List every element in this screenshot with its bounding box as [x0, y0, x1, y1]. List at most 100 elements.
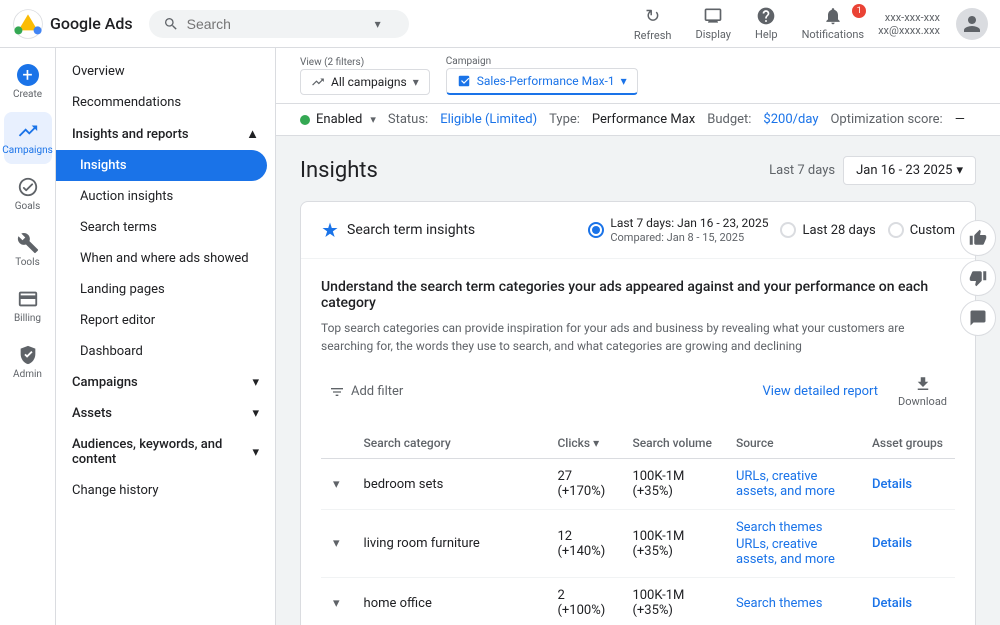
create-button[interactable]: + Create — [4, 56, 52, 108]
status-enabled-label: Enabled — [316, 112, 362, 127]
col-expand — [321, 428, 352, 459]
sidebar-item-report-editor[interactable]: Report editor — [56, 305, 267, 336]
goals-icon-button[interactable]: Goals — [4, 168, 52, 220]
campaign-filter-button[interactable]: Sales-Performance Max-1 ▾ — [446, 68, 638, 95]
comment-button[interactable] — [960, 300, 996, 336]
clicks-cell: 12 (+140%) — [545, 510, 620, 578]
sidebar-item-change-history[interactable]: Change history — [56, 475, 267, 506]
sidebar-assets-label: Assets — [72, 406, 112, 421]
date-radio-group: Last 7 days: Jan 16 - 23, 2025Compared: … — [588, 216, 955, 244]
sidebar-item-when-where-label: When and where ads showed — [80, 251, 249, 266]
sidebar-assets-header[interactable]: Assets ▾ — [56, 398, 275, 429]
source-link[interactable]: Search themes — [736, 596, 822, 611]
display-icon — [703, 6, 723, 26]
admin-icon-button[interactable]: Admin — [4, 336, 52, 388]
card-header-label: Search term insights — [347, 222, 475, 238]
search-bar[interactable]: ▾ — [149, 10, 409, 38]
sidebar-audiences-header[interactable]: Audiences, keywords, and content ▾ — [56, 429, 275, 475]
card-description: Top search categories can provide inspir… — [321, 319, 955, 355]
table-head: Search category Clicks ▾ Search volume S… — [321, 428, 955, 459]
refresh-button[interactable]: ↻ Refresh — [624, 2, 682, 46]
sidebar-item-search-terms[interactable]: Search terms — [56, 212, 267, 243]
budget-value[interactable]: $200/day — [763, 112, 818, 127]
col-clicks-header[interactable]: Clicks ▾ — [545, 428, 620, 459]
admin-label: Admin — [13, 369, 42, 380]
card-body: Understand the search term categories yo… — [301, 259, 975, 625]
sidebar-item-when-where[interactable]: When and where ads showed — [56, 243, 267, 274]
help-button[interactable]: Help — [745, 2, 788, 45]
status-eligible-link[interactable]: Eligible (Limited) — [440, 112, 537, 127]
billing-icon-button[interactable]: Billing — [4, 280, 52, 332]
col-source-header[interactable]: Source — [724, 428, 860, 459]
billing-label: Billing — [14, 313, 41, 324]
radio-last28[interactable]: Last 28 days — [780, 222, 875, 238]
campaigns-icon — [17, 120, 39, 142]
expand-icon[interactable]: ▾ — [333, 477, 340, 492]
view-filter-button[interactable]: All campaigns ▾ — [300, 69, 430, 95]
sidebar-campaigns-header[interactable]: Campaigns ▾ — [56, 367, 275, 398]
table: Search category Clicks ▾ Search volume S… — [321, 428, 955, 625]
type-label: Type: — [549, 112, 580, 127]
display-button[interactable]: Display — [685, 2, 741, 45]
table-header-row: Search category Clicks ▾ Search volume S… — [321, 428, 955, 459]
comment-icon — [969, 309, 987, 327]
col-category-header[interactable]: Search category — [352, 428, 546, 459]
sidebar-insights-reports-label: Insights and reports — [72, 127, 189, 142]
table-row: ▾living room furniture12 (+140%)100K-1M … — [321, 510, 955, 578]
table-row: ▾home office2 (+100%)100K-1M (+35%)Searc… — [321, 578, 955, 625]
thumbs-up-button[interactable] — [960, 220, 996, 256]
radio-custom-label: Custom — [910, 223, 955, 238]
tools-icon-button[interactable]: Tools — [4, 224, 52, 276]
view-report-link[interactable]: View detailed report — [763, 384, 879, 399]
date-range-button[interactable]: Jan 16 - 23 2025 ▾ — [843, 156, 976, 185]
sidebar-campaigns-label: Campaigns — [72, 375, 138, 390]
sidebar-item-insights[interactable]: Insights — [56, 150, 267, 181]
sidebar-insights-sub: Insights Auction insights Search terms W… — [56, 150, 275, 367]
card-description-title: Understand the search term categories yo… — [321, 279, 955, 311]
user-avatar[interactable] — [956, 8, 988, 40]
expand-cell: ▾ — [321, 510, 352, 578]
sidebar-item-search-terms-label: Search terms — [80, 220, 157, 235]
details-link[interactable]: Details — [872, 477, 912, 492]
source-link[interactable]: URLs, creative assets, and more — [736, 469, 835, 499]
campaigns-icon-button[interactable]: Campaigns — [4, 112, 52, 164]
page-content: Insights Last 7 days Jan 16 - 23 2025 ▾ — [276, 136, 1000, 625]
expand-icon[interactable]: ▾ — [333, 536, 340, 551]
date-range-row: Last 7 days Jan 16 - 23 2025 ▾ — [769, 156, 976, 185]
source-link2[interactable]: URLs, creative assets, and more — [736, 537, 848, 567]
radio-custom[interactable]: Custom — [888, 222, 955, 238]
details-link[interactable]: Details — [872, 596, 912, 611]
campaigns-label: Campaigns — [2, 145, 53, 156]
status-enabled-dot — [300, 115, 310, 125]
download-button[interactable]: Download — [890, 371, 955, 412]
sidebar-item-report-editor-label: Report editor — [80, 313, 155, 328]
sidebar-item-dashboard[interactable]: Dashboard — [56, 336, 267, 367]
expand-icon[interactable]: ▾ — [333, 596, 340, 611]
campaign-bar: View (2 filters) All campaigns ▾ Campaig… — [276, 48, 1000, 104]
sidebar-item-recommendations[interactable]: Recommendations — [56, 87, 267, 118]
details-link[interactable]: Details — [872, 536, 912, 551]
search-dropdown-icon[interactable]: ▾ — [375, 17, 381, 31]
col-volume-header[interactable]: Search volume — [620, 428, 724, 459]
sidebar-insights-reports-header[interactable]: Insights and reports ▲ — [56, 118, 275, 150]
search-input[interactable] — [187, 16, 367, 32]
add-filter-button[interactable]: Add filter — [321, 378, 411, 406]
col-assets-header[interactable]: Asset groups — [860, 428, 955, 459]
search-categories-table: Search category Clicks ▾ Search volume S… — [321, 428, 955, 625]
campaigns-chevron-icon: ▾ — [252, 375, 259, 390]
radio-last28-circle — [780, 222, 796, 238]
status-dropdown-icon[interactable]: ▾ — [370, 113, 376, 126]
thumbs-down-button[interactable] — [960, 260, 996, 296]
sidebar-item-auction-insights[interactable]: Auction insights — [56, 181, 267, 212]
source-link1[interactable]: Search themes — [736, 520, 848, 535]
sidebar-item-landing-pages[interactable]: Landing pages — [56, 274, 267, 305]
view-filter-chevron-icon: ▾ — [413, 75, 419, 89]
sidebar-item-landing-pages-label: Landing pages — [80, 282, 165, 297]
refresh-label: Refresh — [634, 29, 672, 42]
tools-icon — [17, 232, 39, 254]
category-cell: home office — [352, 578, 546, 625]
sidebar-item-overview[interactable]: Overview — [56, 56, 267, 87]
refresh-icon: ↻ — [645, 6, 660, 27]
notifications-button[interactable]: 1 Notifications — [792, 2, 875, 45]
radio-last7[interactable]: Last 7 days: Jan 16 - 23, 2025Compared: … — [588, 216, 768, 244]
